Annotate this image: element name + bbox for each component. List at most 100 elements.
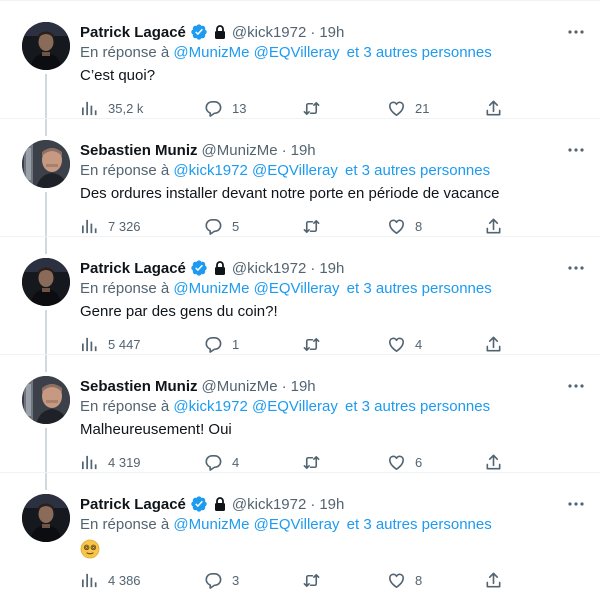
display-name[interactable]: Patrick Lagacé	[80, 24, 186, 41]
reply-count: 1	[232, 336, 240, 352]
action-bar: 4 386 3 8	[80, 569, 501, 591]
bar-chart-icon	[80, 99, 108, 118]
share-button[interactable]	[484, 333, 512, 355]
timestamp[interactable]: 19h	[291, 378, 316, 395]
more-dots-icon[interactable]	[565, 376, 587, 396]
retweet-button[interactable]	[302, 215, 330, 237]
mention-link[interactable]: @MunizMe	[173, 280, 249, 297]
retweet-button[interactable]	[302, 333, 330, 355]
mention-link[interactable]: @kick1972	[173, 162, 247, 179]
like-button[interactable]: 21	[387, 97, 429, 119]
views-button[interactable]: 4 319	[80, 451, 141, 473]
mention-link[interactable]: @EQVilleray	[254, 280, 340, 297]
mention-link[interactable]: @MunizMe	[173, 44, 249, 61]
more-dots-icon[interactable]	[565, 22, 587, 42]
like-button[interactable]: 4	[387, 333, 422, 355]
others-link[interactable]: et 3 autres personnes	[345, 162, 490, 179]
others-link[interactable]: et 3 autres personnes	[347, 516, 492, 533]
mention-link[interactable]: @EQVilleray	[254, 44, 340, 61]
mention-link[interactable]: @EQVilleray	[254, 516, 340, 533]
reply-prefix: En réponse à	[80, 44, 170, 61]
reply-count: 13	[232, 100, 247, 116]
timestamp[interactable]: 19h	[319, 496, 344, 513]
reply-button[interactable]: 5	[204, 215, 239, 237]
reply-count: 4	[232, 454, 240, 470]
share-button[interactable]	[484, 569, 512, 591]
verified-badge-icon	[190, 259, 208, 277]
mention-link[interactable]: @EQVilleray	[252, 398, 338, 415]
timestamp[interactable]: 19h	[319, 24, 344, 41]
mention-link[interactable]: @EQVilleray	[252, 162, 338, 179]
retweet-button[interactable]	[302, 451, 330, 473]
more-dots-icon[interactable]	[565, 494, 587, 514]
separator-dot: ·	[310, 23, 316, 41]
reply-button[interactable]: 3	[204, 569, 239, 591]
retweet-icon	[302, 217, 330, 236]
like-button[interactable]: 8	[387, 569, 422, 591]
heart-icon	[387, 217, 415, 236]
heart-icon	[387, 99, 415, 118]
display-name[interactable]: Patrick Lagacé	[80, 496, 186, 513]
share-button[interactable]	[484, 97, 512, 119]
share-icon	[484, 335, 512, 354]
tweet[interactable]: Patrick Lagacé @kick1972 · 19h En répons…	[0, 472, 600, 590]
display-name[interactable]: Sebastien Muniz	[80, 142, 198, 159]
retweet-button[interactable]	[302, 97, 330, 119]
mention-link[interactable]: @kick1972	[173, 398, 247, 415]
share-icon	[484, 571, 512, 590]
speech-bubble-icon	[204, 99, 232, 118]
tweet[interactable]: Sebastien Muniz @MunizMe · 19h En répons…	[0, 118, 600, 237]
timestamp[interactable]: 19h	[291, 142, 316, 159]
reply-button[interactable]: 1	[204, 333, 239, 355]
tweet[interactable]: Patrick Lagacé @kick1972 · 19h En répons…	[0, 0, 600, 119]
reply-count: 5	[232, 218, 240, 234]
tweet[interactable]: Sebastien Muniz @MunizMe · 19h En répons…	[0, 354, 600, 473]
views-button[interactable]: 4 386	[80, 569, 141, 591]
more-dots-icon[interactable]	[565, 258, 587, 278]
handle[interactable]: @MunizMe	[202, 142, 278, 159]
avatar[interactable]	[22, 494, 70, 542]
share-button[interactable]	[484, 451, 512, 473]
reply-context: En réponse à @MunizMe @EQVilleray et 3 a…	[80, 516, 492, 533]
tweet-text: C’est quoi?	[80, 67, 156, 84]
retweet-button[interactable]	[302, 569, 330, 591]
views-button[interactable]: 35,2 k	[80, 97, 143, 119]
separator-dot: ·	[281, 377, 287, 395]
avatar[interactable]	[22, 258, 70, 306]
display-name[interactable]: Patrick Lagacé	[80, 260, 186, 277]
share-icon	[484, 217, 512, 236]
retweet-icon	[302, 99, 330, 118]
handle[interactable]: @kick1972	[232, 24, 306, 41]
like-button[interactable]: 8	[387, 215, 422, 237]
others-link[interactable]: et 3 autres personnes	[347, 44, 492, 61]
action-bar: 7 326 5 8	[80, 215, 501, 237]
others-link[interactable]: et 3 autres personnes	[347, 280, 492, 297]
views-button[interactable]: 5 447	[80, 333, 141, 355]
views-button[interactable]: 7 326	[80, 215, 141, 237]
more-dots-icon[interactable]	[565, 140, 587, 160]
avatar[interactable]	[22, 22, 70, 70]
reply-context: En réponse à @kick1972 @EQVilleray et 3 …	[80, 398, 490, 415]
handle[interactable]: @kick1972	[232, 496, 306, 513]
reply-prefix: En réponse à	[80, 162, 170, 179]
like-count: 4	[415, 336, 423, 352]
display-name[interactable]: Sebastien Muniz	[80, 378, 198, 395]
avatar[interactable]	[22, 140, 70, 188]
reply-button[interactable]: 13	[204, 97, 246, 119]
mention-link[interactable]: @MunizMe	[173, 516, 249, 533]
share-button[interactable]	[484, 215, 512, 237]
handle[interactable]: @MunizMe	[202, 378, 278, 395]
share-icon	[484, 99, 512, 118]
heart-icon	[387, 335, 415, 354]
action-bar: 5 447 1 4	[80, 333, 501, 355]
handle[interactable]: @kick1972	[232, 260, 306, 277]
like-count: 8	[415, 218, 423, 234]
reply-button[interactable]: 4	[204, 451, 239, 473]
tweet[interactable]: Patrick Lagacé @kick1972 · 19h En répons…	[0, 236, 600, 355]
others-link[interactable]: et 3 autres personnes	[345, 398, 490, 415]
speech-bubble-icon	[204, 335, 232, 354]
timestamp[interactable]: 19h	[319, 260, 344, 277]
views-count: 35,2 k	[108, 100, 144, 116]
like-button[interactable]: 6	[387, 451, 422, 473]
avatar[interactable]	[22, 376, 70, 424]
